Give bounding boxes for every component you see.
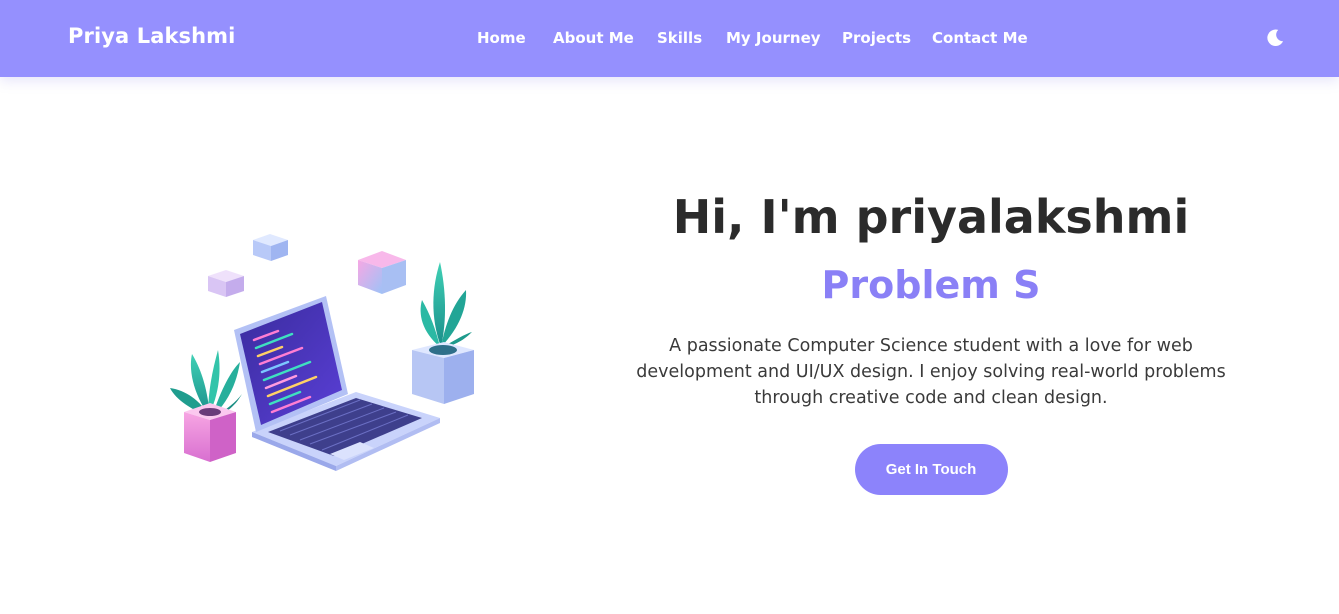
hero-subtitle-typing: Problem S <box>821 263 1041 308</box>
laptop-with-plants-illustration <box>160 222 490 472</box>
theme-toggle-button[interactable] <box>1264 27 1286 49</box>
hero-title: Hi, I'm priyalakshmi <box>672 190 1190 244</box>
nav-link-home[interactable]: Home <box>477 29 526 47</box>
nav-link-contact-me[interactable]: Contact Me <box>932 29 1028 47</box>
nav-link-projects[interactable]: Projects <box>842 29 911 47</box>
nav-link-about-me[interactable]: About Me <box>553 29 634 47</box>
brand-logo-text[interactable]: Priya Lakshmi <box>68 24 235 48</box>
plant-pink-pot <box>170 350 242 462</box>
moon-icon <box>1267 29 1284 47</box>
cube-small-blue <box>253 234 288 261</box>
navbar: Priya Lakshmi Home About Me Skills My Jo… <box>0 0 1339 77</box>
nav-link-skills[interactable]: Skills <box>657 29 702 47</box>
cube-small-lilac <box>208 270 244 297</box>
hero-description: A passionate Computer Science student wi… <box>636 335 1226 408</box>
cube-gradient <box>358 251 406 294</box>
nav-link-my-journey[interactable]: My Journey <box>726 29 821 47</box>
laptop <box>234 296 440 471</box>
get-in-touch-button[interactable]: Get In Touch <box>854 443 1008 495</box>
plant-blue-pot <box>412 262 474 404</box>
hero-text: Hi, I'm priyalakshmi Problem S A passion… <box>600 190 1262 495</box>
